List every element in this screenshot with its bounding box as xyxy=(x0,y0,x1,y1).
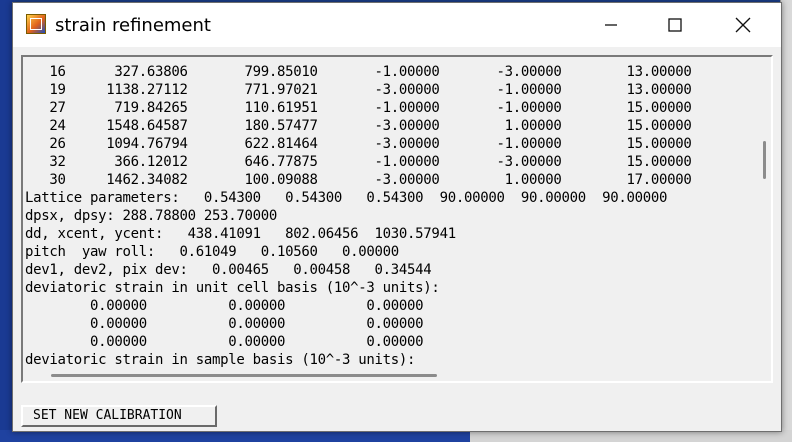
close-icon xyxy=(735,17,751,33)
output-line: dd, xcent, ycent: 438.41091 802.06456 10… xyxy=(25,226,456,242)
vertical-scrollbar[interactable] xyxy=(759,57,771,369)
output-line: deviatoric strain in unit cell basis (10… xyxy=(25,280,440,296)
title-bar[interactable]: strain refinement xyxy=(13,3,781,47)
minimize-button[interactable] xyxy=(583,3,639,47)
output-line: 26 1094.76794 622.81464 -3.00000 -1.0000… xyxy=(25,136,692,152)
close-button[interactable] xyxy=(715,3,771,47)
set-new-calibration-button[interactable]: SET NEW CALIBRATION xyxy=(21,405,217,427)
output-text-area[interactable]: 16 327.63806 799.85010 -1.00000 -3.00000… xyxy=(21,55,773,383)
output-line: 0.00000 0.00000 0.00000 xyxy=(25,334,424,350)
minimize-icon xyxy=(605,24,617,26)
strain-refinement-window: strain refinement 16 327.63806 799.85010… xyxy=(12,2,782,432)
output-line: 19 1138.27112 771.97021 -3.00000 -1.0000… xyxy=(25,82,692,98)
output-line: deviatoric strain in sample basis (10^-3… xyxy=(25,352,416,368)
maximize-button[interactable] xyxy=(647,3,703,47)
output-line: 30 1462.34082 100.09088 -3.00000 1.00000… xyxy=(25,172,692,188)
window-title: strain refinement xyxy=(55,15,211,36)
output-line: 0.00000 0.00000 0.00000 xyxy=(25,316,424,332)
maximize-icon xyxy=(668,18,682,32)
output-line: 0.00000 0.00000 0.00000 xyxy=(25,298,424,314)
output-text-content: 16 327.63806 799.85010 -1.00000 -3.00000… xyxy=(25,63,751,369)
output-line: dev1, dev2, pix dev: 0.00465 0.00458 0.3… xyxy=(25,262,432,278)
output-line: 27 719.84265 110.61951 -1.00000 -1.00000… xyxy=(25,100,692,116)
output-line: 24 1548.64587 180.57477 -3.00000 1.00000… xyxy=(25,118,692,134)
output-line: Lattice parameters: 0.54300 0.54300 0.54… xyxy=(25,190,668,206)
window-client-area: 16 327.63806 799.85010 -1.00000 -3.00000… xyxy=(13,47,781,431)
output-line: pitch yaw roll: 0.61049 0.10560 0.00000 xyxy=(25,244,399,260)
output-line: 16 327.63806 799.85010 -1.00000 -3.00000… xyxy=(25,64,692,80)
app-icon[interactable] xyxy=(26,14,46,34)
horizontal-scroll-thumb[interactable] xyxy=(51,374,437,377)
horizontal-scrollbar[interactable] xyxy=(23,369,759,381)
output-line: 32 366.12012 646.77875 -1.00000 -3.00000… xyxy=(25,154,692,170)
output-line: dpsx, dpsy: 288.78800 253.70000 xyxy=(25,208,277,224)
vertical-scroll-thumb[interactable] xyxy=(763,141,766,179)
